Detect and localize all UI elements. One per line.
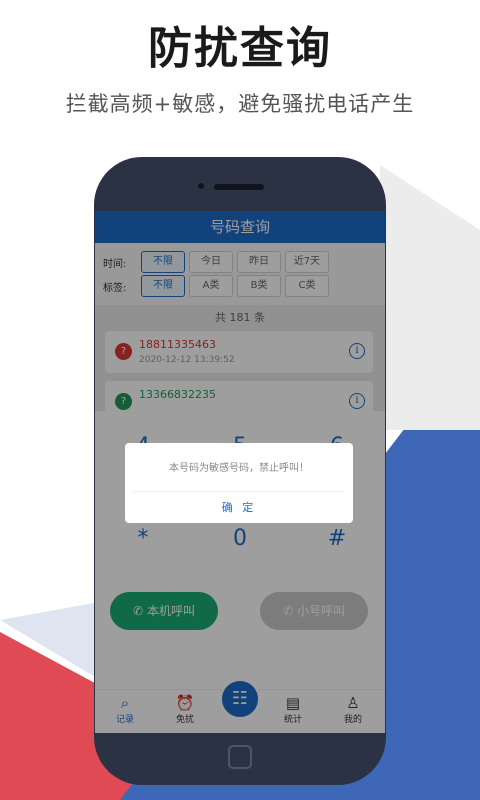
alert-dialog: 本号码为敏感号码，禁止呼叫！ 确 定 bbox=[125, 443, 353, 523]
hero-title: 防扰查询 bbox=[148, 23, 332, 74]
hero-subtitle: 拦截高频+敏感，避免骚扰电话产生 bbox=[65, 92, 415, 116]
dialog-message: 本号码为敏感号码，禁止呼叫！ bbox=[169, 463, 309, 474]
phone-screen: 号码查询 时间: 不限 今日 昨日 近7天 标签: 不限 A类 B类 C类 共 … bbox=[95, 211, 385, 733]
dialog-confirm-button[interactable]: 确 定 bbox=[125, 499, 353, 515]
phone-speaker bbox=[214, 184, 264, 190]
phone-camera bbox=[198, 183, 204, 189]
dialog-divider bbox=[133, 491, 345, 492]
home-button bbox=[228, 745, 252, 769]
phone-mockup: 号码查询 时间: 不限 今日 昨日 近7天 标签: 不限 A类 B类 C类 共 … bbox=[94, 157, 386, 785]
